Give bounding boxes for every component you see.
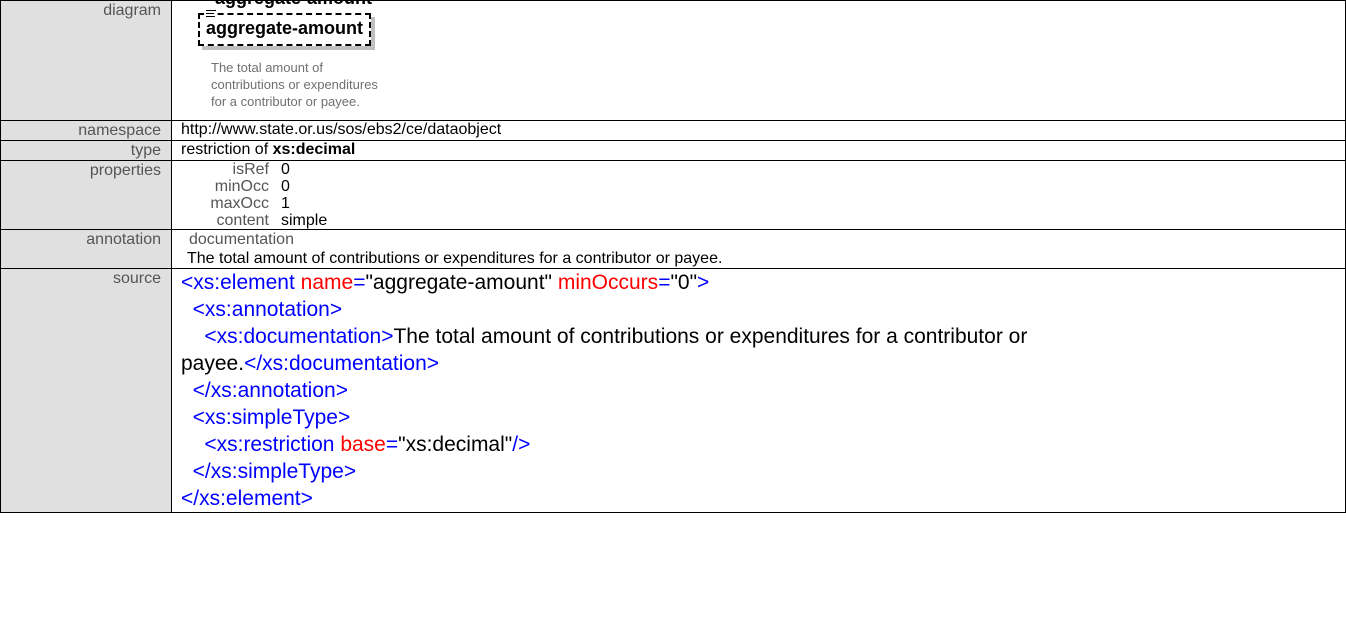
source-code: <xs:element name="aggregate-amount" minO… [171,268,1346,513]
property-value: 1 [281,195,290,212]
property-value: 0 [281,178,290,195]
row-diagram: diagram aggregate-amount The total amoun… [0,0,1346,121]
element-diagram-box[interactable]: aggregate-amount [198,9,372,46]
property-row: maxOcc 1 [189,195,327,212]
source-line: <xs:element name="aggregate-amount" minO… [181,271,710,294]
properties-cell: isRef 0 minOcc 0 maxOcc 1 content simple [171,160,1346,230]
type-base-link[interactable]: xs:decimal [273,141,356,158]
source-line: <xs:simpleType> [192,406,351,429]
property-row: isRef 0 [189,161,327,178]
document-page: aggregate-amount diagram aggregate-amoun… [0,0,1346,513]
annotation-lines-icon [206,9,216,18]
row-annotation: annotation documentation The total amoun… [0,229,1346,269]
element-doc-table: diagram aggregate-amount The total amoun… [0,0,1346,513]
property-key: maxOcc [210,195,269,212]
label-source: source [0,268,172,513]
property-row: minOcc 0 [189,178,327,195]
property-value: simple [281,212,328,229]
row-namespace: namespace http://www.state.or.us/sos/ebs… [0,120,1346,141]
type-prefix: restriction of [181,141,273,158]
label-diagram: diagram [0,0,172,121]
property-key: content [216,212,269,229]
source-line: <xs:documentation>The total amount of co… [204,325,1028,348]
row-properties: properties isRef 0 minOcc 0 maxOcc 1 conten… [0,160,1346,230]
source-line: </xs:element> [181,487,313,510]
property-value: 0 [281,161,290,178]
diagram-note-line: contributions or expenditures [211,77,378,92]
row-source: source <xs:element name="aggregate-amoun… [0,268,1346,513]
property-key: isRef [232,161,269,178]
annotation-cell: documentation The total amount of contri… [171,229,1346,269]
source-line: <xs:restriction base="xs:decimal"/> [204,433,531,456]
type-value: restriction of xs:decimal [171,140,1346,161]
label-type: type [0,140,172,161]
annotation-doc-label: documentation [189,231,294,248]
annotation-doc-text: The total amount of contributions or exp… [187,250,723,267]
source-line: </xs:simpleType> [192,460,357,483]
diagram-cell: aggregate-amount The total amount of con… [171,0,1346,121]
label-namespace: namespace [0,120,172,141]
diagram-note-line: for a contributor or payee. [211,94,360,109]
namespace-value: http://www.state.or.us/sos/ebs2/ce/datao… [171,120,1346,141]
property-key: minOcc [214,178,269,195]
diagram-note-line: The total amount of [211,60,324,75]
label-properties: properties [0,160,172,230]
label-annotation: annotation [0,229,172,269]
properties-table: isRef 0 minOcc 0 maxOcc 1 content simple [189,161,327,229]
source-line: payee.</xs:documentation> [181,352,440,375]
diagram-element-name: aggregate-amount [206,18,364,38]
source-line: </xs:annotation> [192,379,348,402]
property-row: content simple [189,212,328,229]
row-type: type restriction of xs:decimal [0,140,1346,161]
source-line: <xs:annotation> [192,298,343,321]
diagram-note: The total amount of contributions or exp… [211,59,411,120]
